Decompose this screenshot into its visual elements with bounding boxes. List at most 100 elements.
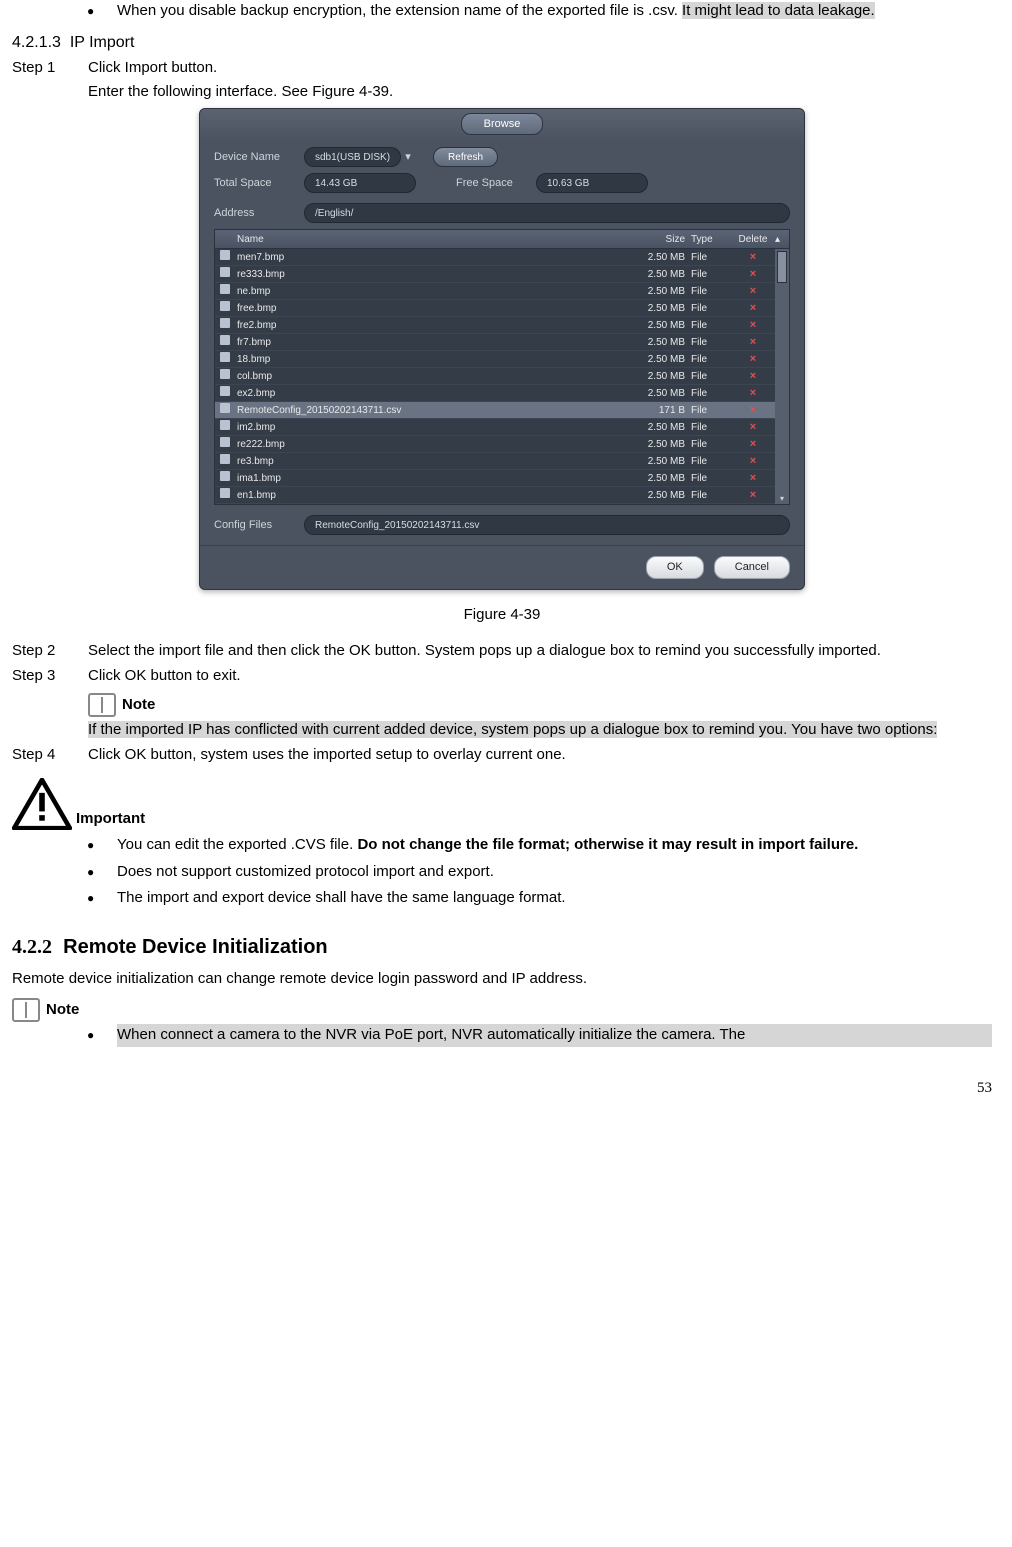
imp-b1-a: You can edit the exported .CVS file. (117, 836, 357, 853)
delete-icon[interactable]: × (731, 266, 775, 283)
important-bullet-2-text: Does not support customized protocol imp… (117, 861, 992, 884)
delete-icon[interactable]: × (731, 283, 775, 300)
bullet-dot-icon: ● (87, 834, 117, 857)
file-type: File (691, 437, 731, 452)
file-icon (215, 471, 235, 486)
file-name: free.bmp (235, 301, 621, 316)
delete-icon[interactable]: × (731, 436, 775, 453)
config-files-row: Config Files RemoteConfig_20150202143711… (214, 515, 790, 535)
file-icon (215, 437, 235, 452)
chevron-down-icon[interactable]: ▾ (403, 149, 413, 166)
ok-button[interactable]: OK (646, 556, 704, 579)
file-type: File (691, 352, 731, 367)
file-size: 2.50 MB (621, 437, 691, 452)
delete-icon[interactable]: × (731, 453, 775, 470)
step-4-body: Click OK button, system uses the importe… (88, 744, 992, 767)
delete-icon[interactable]: × (731, 334, 775, 351)
table-row[interactable]: ex2.bmp2.50 MBFile× (215, 385, 775, 402)
table-row[interactable]: 18.bmp2.50 MBFile× (215, 351, 775, 368)
bullet-highlight: It might lead to data leakage. (682, 2, 875, 19)
device-name-value: sdb1(USB DISK) (315, 150, 390, 165)
file-type: File (691, 403, 731, 418)
address-field[interactable]: /English/ (304, 203, 790, 223)
file-name: im2.bmp (235, 420, 621, 435)
config-files-field[interactable]: RemoteConfig_20150202143711.csv (304, 515, 790, 535)
col-size[interactable]: Size (621, 232, 691, 247)
step-3-label: Step 3 (12, 665, 78, 688)
figure-4-39-container: Browse Device Name sdb1(USB DISK) ▾ Refr… (12, 108, 992, 590)
table-row[interactable]: en1.bmp2.50 MBFile× (215, 487, 775, 504)
delete-icon[interactable]: × (731, 300, 775, 317)
file-size: 2.50 MB (621, 335, 691, 350)
file-icon (215, 335, 235, 350)
file-name: col.bmp (235, 369, 621, 384)
file-type: File (691, 301, 731, 316)
scrollbar[interactable]: ▾ (775, 249, 789, 504)
table-row[interactable]: fr7.bmp2.50 MBFile× (215, 334, 775, 351)
address-row: Address /English/ (214, 203, 790, 223)
table-row[interactable]: men7.bmp2.50 MBFile× (215, 249, 775, 266)
important-bullet-1-text: You can edit the exported .CVS file. Do … (117, 834, 992, 857)
file-icon (215, 352, 235, 367)
heading-4-2-1-3: 4.2.1.3 IP Import (12, 31, 992, 55)
file-name: ne.bmp (235, 284, 621, 299)
table-row[interactable]: ne.bmp2.50 MBFile× (215, 283, 775, 300)
file-icon (215, 420, 235, 435)
delete-icon[interactable]: × (731, 419, 775, 436)
delete-icon[interactable]: × (731, 249, 775, 266)
delete-icon[interactable]: × (731, 470, 775, 487)
cancel-button[interactable]: Cancel (714, 556, 790, 579)
table-row[interactable]: re333.bmp2.50 MBFile× (215, 266, 775, 283)
scroll-down-icon[interactable]: ▾ (780, 494, 784, 504)
file-icon (215, 454, 235, 469)
step-1-sub: Enter the following interface. See Figur… (88, 81, 992, 104)
delete-icon[interactable]: × (731, 317, 775, 334)
file-name: RemoteConfig_20150202143711.csv (235, 403, 621, 418)
file-icon (215, 301, 235, 316)
step-1: Step 1 Click Import button. (12, 57, 992, 80)
delete-icon[interactable]: × (731, 402, 775, 419)
table-row[interactable]: im2.bmp2.50 MBFile× (215, 419, 775, 436)
important-bullet-3: ● The import and export device shall hav… (87, 887, 992, 910)
table-row[interactable]: col.bmp2.50 MBFile× (215, 368, 775, 385)
file-name: 18.bmp (235, 352, 621, 367)
delete-icon[interactable]: × (731, 368, 775, 385)
file-name: re3.bmp (235, 454, 621, 469)
scrollbar-thumb[interactable] (777, 251, 787, 283)
col-type[interactable]: Type (691, 232, 731, 247)
col-delete[interactable]: Delete (731, 232, 775, 247)
book-icon (88, 693, 116, 717)
table-row[interactable]: re222.bmp2.50 MBFile× (215, 436, 775, 453)
table-row[interactable]: fre2.bmp2.50 MBFile× (215, 317, 775, 334)
device-name-select[interactable]: sdb1(USB DISK) (304, 147, 401, 167)
table-row[interactable]: re3.bmp2.50 MBFile× (215, 453, 775, 470)
book-icon (12, 998, 40, 1022)
file-size: 2.50 MB (621, 250, 691, 265)
table-row[interactable]: RemoteConfig_20150202143711.csv171 BFile… (215, 402, 775, 419)
step-1-body: Click Import button. (88, 57, 992, 80)
file-icon (215, 318, 235, 333)
file-size: 2.50 MB (621, 284, 691, 299)
delete-icon[interactable]: × (731, 385, 775, 402)
browse-tab[interactable]: Browse (461, 113, 544, 136)
total-space-label: Total Space (214, 175, 304, 192)
refresh-button[interactable]: Refresh (433, 147, 498, 167)
heading-title: IP Import (70, 34, 135, 51)
note-2-label: Note (46, 999, 79, 1022)
file-type: File (691, 488, 731, 503)
note-2: Note (12, 998, 992, 1022)
file-icon (215, 386, 235, 401)
file-icon (215, 250, 235, 265)
step-3: Step 3 Click OK button to exit. (12, 665, 992, 688)
col-scroll-up[interactable]: ▴ (775, 232, 789, 247)
file-type: File (691, 454, 731, 469)
table-row[interactable]: free.bmp2.50 MBFile× (215, 300, 775, 317)
file-type: File (691, 386, 731, 401)
col-name[interactable]: Name (235, 232, 621, 247)
heading-422-number: 4.2.2 (12, 936, 52, 958)
important-label: Important (76, 808, 145, 831)
table-row[interactable]: ima1.bmp2.50 MBFile× (215, 470, 775, 487)
delete-icon[interactable]: × (731, 487, 775, 504)
important-callout: Important (12, 778, 992, 830)
delete-icon[interactable]: × (731, 351, 775, 368)
